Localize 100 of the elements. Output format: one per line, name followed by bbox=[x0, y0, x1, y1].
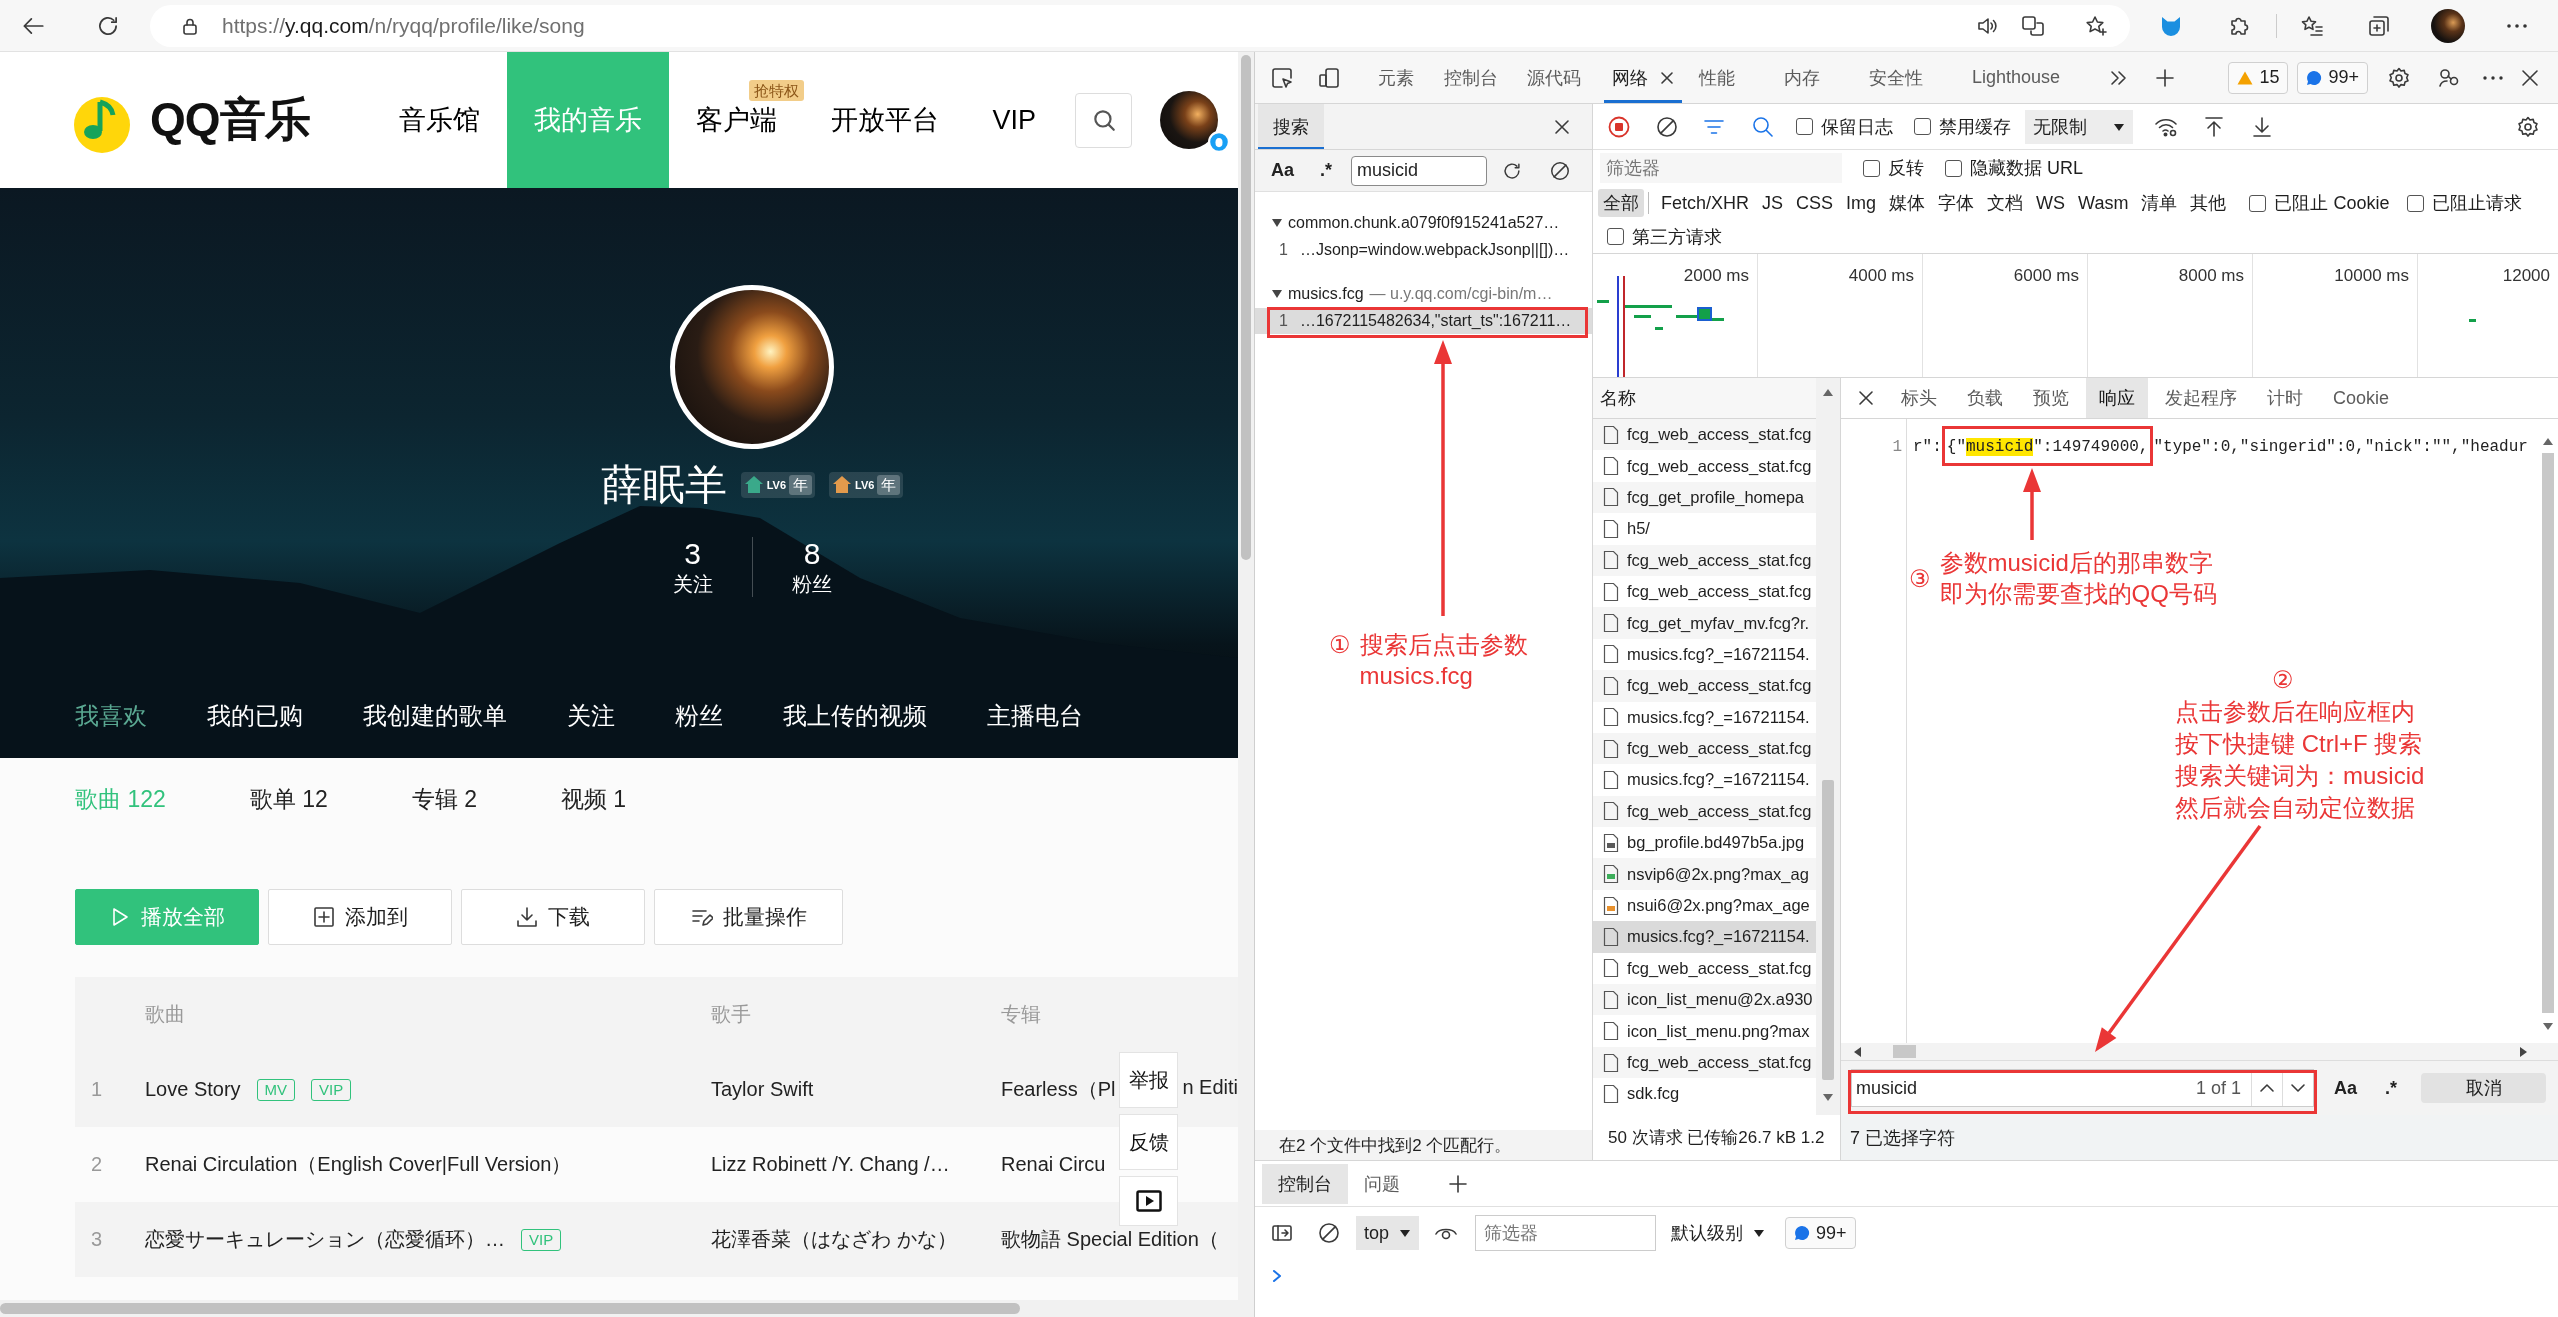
nav-tab[interactable]: 开放平台 bbox=[803, 104, 966, 136]
filter-field[interactable]: 筛选器 bbox=[1475, 1215, 1657, 1251]
action-button[interactable]: 批量操作 bbox=[654, 889, 843, 945]
device-icon[interactable] bbox=[1317, 65, 1341, 90]
match-case-toggle[interactable]: Aa bbox=[1271, 160, 1294, 181]
nav-tab[interactable]: VIP bbox=[965, 104, 1064, 136]
type-filter-tab[interactable]: Fetch/XHR bbox=[1656, 190, 1755, 216]
singer-link[interactable]: Lizz Robinett /Y. Chang /… bbox=[711, 1153, 1001, 1176]
request-row[interactable]: bg_profile.bd497b5a.jpg bbox=[1593, 827, 1816, 859]
message-count-badge[interactable]: 99+ bbox=[2297, 61, 2368, 94]
warning-count-badge[interactable]: 15 bbox=[2228, 61, 2289, 94]
triangle-up-icon[interactable] bbox=[1823, 388, 1833, 398]
detail-tab[interactable]: 预览 bbox=[2020, 378, 2082, 418]
request-row[interactable]: fcg_web_access_stat.fcg bbox=[1593, 952, 1816, 985]
search-result-line[interactable]: 1 …Jsonp=window.webpackJsonp||[])… bbox=[1255, 237, 1592, 263]
singer-link[interactable]: Taylor Swift bbox=[711, 1078, 1001, 1101]
stat-label[interactable]: 粉丝 bbox=[792, 571, 832, 597]
song-title[interactable]: Love Story bbox=[145, 1078, 241, 1101]
request-row[interactable]: nsvip6@2x.png?max_ag bbox=[1593, 858, 1816, 890]
search-icon[interactable] bbox=[1751, 114, 1775, 139]
circle-slash-icon[interactable] bbox=[1549, 159, 1572, 182]
detail-tab[interactable]: 负载 bbox=[1954, 378, 2016, 418]
type-filter-tab[interactable]: 文档 bbox=[1982, 189, 2029, 217]
song-title[interactable]: 恋愛サーキュレーション（恋愛循环）… bbox=[145, 1226, 505, 1253]
expand-triangle-icon[interactable] bbox=[1272, 289, 1282, 299]
star-plus-icon[interactable] bbox=[2084, 13, 2108, 38]
scrollbar-thumb[interactable] bbox=[2542, 453, 2554, 1013]
plus-icon[interactable] bbox=[1448, 1173, 1468, 1194]
chevron-right-icon[interactable] bbox=[1270, 1269, 1284, 1283]
triangle-up-icon[interactable] bbox=[2543, 437, 2553, 447]
scrollbar-thumb[interactable] bbox=[1241, 55, 1251, 560]
category-tab[interactable]: 视频 1 bbox=[560, 783, 627, 815]
type-filter-tab[interactable]: 字体 bbox=[1933, 189, 1980, 217]
profile-tab[interactable]: 我创建的歌单 bbox=[363, 700, 507, 732]
close-icon[interactable] bbox=[1660, 70, 1674, 85]
checkbox-label[interactable]: 第三方请求 bbox=[1632, 224, 1722, 249]
checkbox-label[interactable]: 保留日志 bbox=[1821, 114, 1893, 139]
request-row[interactable]: fcg_web_access_stat.fcg bbox=[1593, 450, 1816, 482]
request-row[interactable]: h5/ bbox=[1593, 513, 1816, 545]
detail-tab[interactable]: 响应 bbox=[2086, 378, 2148, 418]
profile-tab[interactable]: 我上传的视频 bbox=[783, 700, 927, 732]
request-row[interactable]: musics.fcg?_=16721154. bbox=[1593, 638, 1816, 671]
triangle-left-icon[interactable] bbox=[1853, 1046, 1863, 1057]
devtools-tab[interactable]: 源代码 bbox=[1519, 52, 1589, 103]
log-level-dropdown[interactable]: 默认级别 bbox=[1663, 1216, 1774, 1250]
close-icon[interactable] bbox=[1858, 390, 1874, 406]
stat-value[interactable]: 8 bbox=[803, 537, 821, 571]
album-link[interactable]: Renai Circu bbox=[1001, 1153, 1106, 1176]
profile-tab[interactable]: 关注 bbox=[567, 700, 615, 732]
detail-tab[interactable]: 发起程序 bbox=[2152, 378, 2250, 418]
type-filter-tab[interactable]: WS bbox=[2031, 190, 2071, 216]
checkbox-label[interactable]: 反转 bbox=[1888, 156, 1924, 180]
search-button[interactable] bbox=[1075, 92, 1133, 148]
regex-toggle[interactable]: .* bbox=[2385, 1077, 2398, 1099]
message-count-badge[interactable]: 99+ bbox=[1785, 1217, 1856, 1249]
profile-avatar[interactable] bbox=[2431, 8, 2465, 43]
match-case-toggle[interactable]: Aa bbox=[2334, 1077, 2357, 1099]
album-link[interactable]: n Editi bbox=[1182, 1076, 1238, 1103]
devtools-tab[interactable]: 元素 bbox=[1370, 52, 1422, 103]
settings-icon[interactable] bbox=[2387, 65, 2411, 90]
detail-tab[interactable]: 计时 bbox=[2254, 378, 2316, 418]
find-input[interactable]: musicid 1 of 1 bbox=[1851, 1069, 2314, 1107]
devtools-tab[interactable]: 网络 bbox=[1604, 52, 1682, 103]
request-row[interactable]: icon_list_menu.png?max bbox=[1593, 1015, 1816, 1047]
plus-icon[interactable] bbox=[2155, 67, 2176, 88]
detail-tab[interactable]: Cookie bbox=[2320, 378, 2403, 418]
circle-slash-icon[interactable] bbox=[1317, 1221, 1341, 1245]
type-filter-tab[interactable]: 媒体 bbox=[1884, 189, 1931, 217]
request-row[interactable]: fcg_web_access_stat.fcg bbox=[1593, 795, 1816, 828]
request-row[interactable]: fcg_get_myfav_mv.fcg?r. bbox=[1593, 607, 1816, 639]
checkbox[interactable] bbox=[1796, 118, 1813, 135]
request-row[interactable]: fcg_web_access_stat.fcg bbox=[1593, 732, 1816, 765]
record-icon[interactable] bbox=[1607, 114, 1631, 139]
detail-tab[interactable]: 标头 bbox=[1888, 378, 1950, 418]
triangle-down-icon[interactable] bbox=[2543, 1021, 2553, 1031]
request-row[interactable]: fcg_web_access_stat.fcg bbox=[1593, 419, 1816, 451]
type-filter-tab[interactable]: JS bbox=[1757, 190, 1789, 216]
profile-tab[interactable]: 粉丝 bbox=[675, 700, 723, 732]
close-icon[interactable] bbox=[1554, 118, 1570, 135]
checkbox-label[interactable]: 已阻止 Cookie bbox=[2274, 191, 2390, 215]
request-row[interactable]: musics.fcg?_=16721154. bbox=[1593, 921, 1816, 953]
request-row[interactable]: fcg_web_access_stat.fcg bbox=[1593, 544, 1816, 576]
checkbox-label[interactable]: 隐藏数据 URL bbox=[1970, 156, 2083, 180]
type-filter-tab[interactable]: 全部 bbox=[1598, 189, 1644, 217]
table-row[interactable]: 3 恋愛サーキュレーション（恋愛循环）… VIP 花澤香菜（はなざわ かな） 歌物語 Special Edition（ bbox=[75, 1202, 1238, 1277]
address-bar[interactable]: https://y.qq.com/n/ryqq/profile/like/song bbox=[150, 4, 2130, 47]
checkbox[interactable] bbox=[1914, 118, 1931, 135]
type-filter-tab[interactable]: 其他 bbox=[2185, 189, 2232, 217]
column-header[interactable]: 名称 bbox=[1600, 386, 1636, 410]
search-tab[interactable]: 搜索 bbox=[1258, 104, 1324, 149]
download-icon[interactable] bbox=[2250, 114, 2274, 139]
checkbox-label[interactable]: 禁用缓存 bbox=[1939, 114, 2011, 139]
type-filter-tab[interactable]: Wasm bbox=[2073, 190, 2134, 216]
request-row[interactable]: fcg_web_access_stat.fcg bbox=[1593, 575, 1816, 608]
checkbox-label[interactable]: 已阻止请求 bbox=[2432, 191, 2523, 215]
collections-icon[interactable] bbox=[2367, 13, 2391, 38]
profile-tab[interactable]: 我喜欢 bbox=[75, 700, 147, 732]
singer-link[interactable]: 花澤香菜（はなざわ かな） bbox=[711, 1226, 1001, 1253]
category-tab[interactable]: 专辑 2 bbox=[411, 783, 477, 815]
scrollbar-thumb[interactable] bbox=[1822, 780, 1834, 1080]
